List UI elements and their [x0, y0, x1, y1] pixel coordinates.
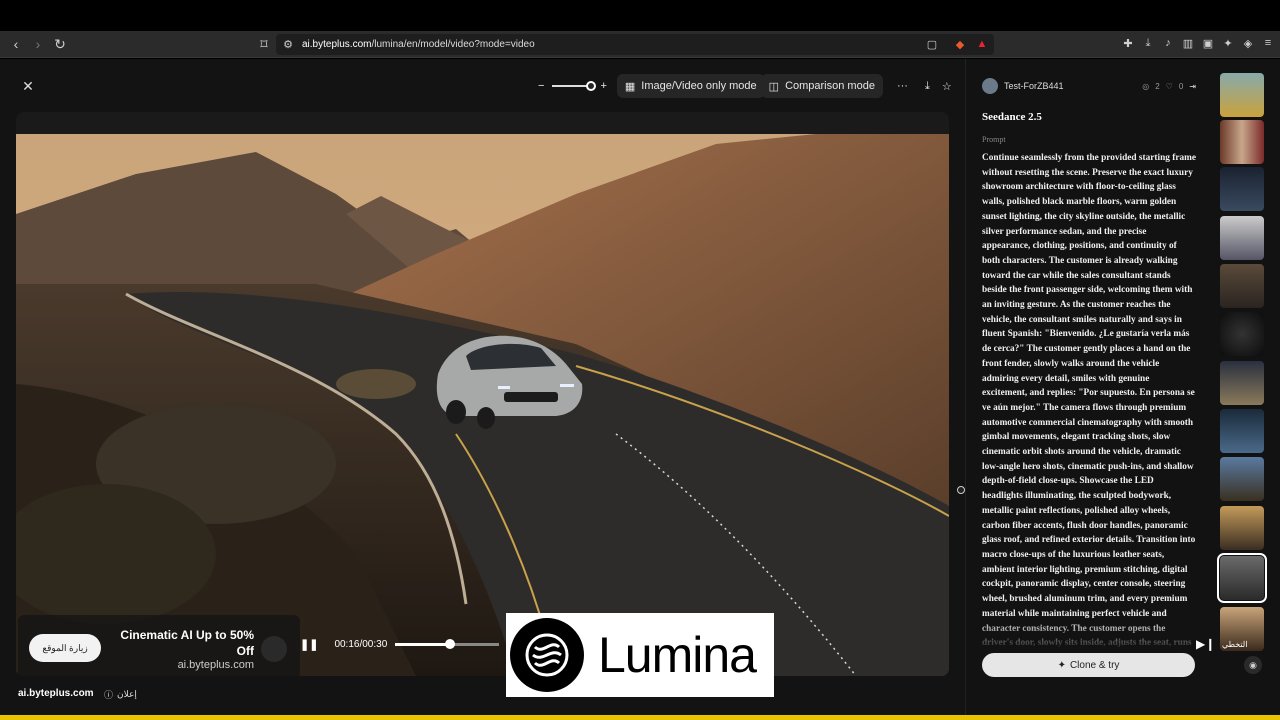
menu-icon[interactable]: ≡	[1262, 36, 1274, 50]
avatar[interactable]	[982, 78, 998, 94]
top-black-bar	[0, 0, 1280, 31]
like-icon: ♡	[1165, 81, 1173, 91]
player-controls: ❚❚ 00:16/00:30	[300, 638, 500, 651]
copy-icon[interactable]: ▢	[926, 37, 938, 51]
extension-icon[interactable]: ✚	[1122, 36, 1134, 50]
url-host: ai.byteplus.com	[302, 39, 372, 50]
lumina-logo-mark	[510, 618, 584, 692]
site-info-icon[interactable]: ⚙	[282, 37, 294, 51]
download-button[interactable]: ⤓	[922, 74, 933, 98]
thumbnail[interactable]	[1220, 216, 1264, 260]
thumbnail[interactable]	[1220, 361, 1264, 405]
lumina-logo-text: Lumina	[598, 627, 757, 683]
ai-icon[interactable]: ✦	[1222, 36, 1234, 50]
zoom-slider-knob[interactable]	[586, 81, 597, 91]
bottom-accent-strip	[0, 715, 1280, 720]
user-row: Test-ForZB441 ◎ 2 ♡ 0 ⇥	[982, 78, 1196, 94]
comparison-mode-label: Comparison mode	[785, 80, 875, 92]
rewards-icon[interactable]: ▲	[976, 37, 988, 51]
footer-site[interactable]: ai.byteplus.com	[18, 688, 94, 699]
reload-icon[interactable]: ↻	[50, 34, 70, 54]
details-panel: Test-ForZB441 ◎ 2 ♡ 0 ⇥ Seedance 2.5 Promp…	[965, 59, 1210, 715]
prompt-fade	[982, 619, 1196, 651]
thumbnail[interactable]	[1220, 409, 1264, 453]
ad-site: ai.byteplus.com	[177, 659, 254, 671]
ad-banner[interactable]: زيارة الموقع Cinematic AI Up to 50% Off …	[18, 615, 300, 679]
prompt-text: Continue seamlessly from the provided st…	[982, 153, 1196, 647]
download-icon[interactable]: ⤓	[1142, 36, 1154, 50]
username[interactable]: Test-ForZB441	[1004, 81, 1064, 91]
vpn-icon[interactable]: ◈	[1242, 36, 1254, 50]
progress-fill	[395, 643, 451, 646]
grid-icon: ▦	[624, 80, 636, 93]
ad-logo-icon	[261, 636, 287, 662]
address-bar[interactable]: ⚙ ai.byteplus.com/lumina/en/model/video?…	[276, 34, 994, 55]
clone-try-button[interactable]: ✦ Clone & try	[982, 653, 1195, 677]
chat-icon[interactable]: ◉	[1244, 656, 1262, 674]
sidebar-icon[interactable]: ▥	[1182, 36, 1194, 50]
collapse-icon[interactable]: ⇥	[1189, 82, 1196, 91]
thumbnail-selected[interactable]	[1217, 553, 1267, 603]
compare-icon: ◫	[768, 80, 780, 93]
zoom-in-button[interactable]: +	[600, 80, 606, 92]
wallet-icon[interactable]: ▣	[1202, 36, 1214, 50]
thumbnail[interactable]	[1220, 312, 1264, 356]
footer-ad-label[interactable]: ⓘ إعلان	[104, 688, 137, 701]
thumbnail[interactable]	[1220, 506, 1264, 550]
forward-icon[interactable]: ›	[28, 34, 48, 54]
url-path: /lumina/en/model/video?mode=video	[371, 39, 535, 50]
views-count: 2	[1155, 81, 1160, 91]
page: ✕ − + ▦ Image/Video only mode ◫ Comparis…	[0, 59, 1280, 715]
skip-label[interactable]: التخطي	[1222, 640, 1247, 649]
ad-title: Cinematic AI Up to 50% Off	[120, 628, 254, 658]
thumbnail-strip	[1210, 59, 1280, 715]
pause-icon[interactable]: ❚❚	[300, 638, 318, 651]
favorite-button[interactable]: ☆	[939, 74, 955, 98]
model-title: Seedance 2.5	[982, 111, 1042, 123]
clone-try-label: Clone & try	[1069, 659, 1120, 671]
video-player[interactable]	[16, 112, 949, 676]
thumbnail[interactable]	[1220, 457, 1264, 501]
ad-label-text: إعلان	[117, 689, 137, 699]
close-icon[interactable]: ✕	[18, 76, 38, 96]
zoom-out-button[interactable]: −	[538, 80, 544, 92]
sparkle-icon: ✦	[1057, 659, 1066, 671]
star-icon: ☆	[941, 80, 952, 93]
zoom-control: − +	[534, 74, 611, 98]
eye-icon: ◎	[1142, 81, 1150, 91]
thumbnail[interactable]	[1220, 120, 1264, 164]
zoom-slider[interactable]	[552, 81, 597, 91]
music-icon[interactable]: ♪	[1162, 36, 1174, 50]
more-button[interactable]: ···	[889, 74, 916, 98]
time-display: 00:16/00:30	[334, 639, 388, 650]
download-icon: ⤓	[924, 79, 930, 92]
shield-icon[interactable]: ◆	[954, 37, 966, 51]
image-video-mode-label: Image/Video only mode	[641, 80, 757, 92]
url-text: ai.byteplus.com/lumina/en/model/video?mo…	[302, 39, 535, 50]
info-icon: ⓘ	[104, 690, 114, 700]
back-icon[interactable]: ‹	[6, 34, 26, 54]
panel-resize-handle[interactable]	[957, 486, 965, 494]
browser-extensions: ✚ ⤓ ♪ ▥ ▣ ✦ ◈ ≡	[1122, 36, 1274, 50]
prompt-label: Prompt	[982, 135, 1006, 144]
thumbnail[interactable]	[1220, 264, 1264, 308]
video-frame-image	[16, 134, 949, 676]
likes-count: 0	[1178, 81, 1184, 91]
thumbnail[interactable]	[1220, 73, 1264, 117]
comparison-mode-button[interactable]: ◫ Comparison mode	[760, 74, 883, 98]
browser-toolbar: ‹ › ↻ ⌑ ⚙ ai.byteplus.com/lumina/en/mode…	[0, 31, 1280, 58]
lumina-logo: Lumina	[506, 613, 774, 697]
more-icon: ···	[896, 80, 908, 92]
stats: ◎ 2 ♡ 0 ⇥	[1142, 82, 1196, 91]
skip-icon[interactable]: ▶❙	[1196, 637, 1215, 651]
progress-knob[interactable]	[445, 639, 456, 649]
progress-bar[interactable]	[395, 639, 500, 649]
ad-visit-button[interactable]: زيارة الموقع	[29, 634, 101, 662]
bookmark-icon[interactable]: ⌑	[254, 34, 274, 54]
image-video-mode-button[interactable]: ▦ Image/Video only mode	[616, 74, 765, 98]
viewer-toolbar: − + ▦ Image/Video only mode ◫ Comparison…	[534, 74, 955, 98]
thumbnail[interactable]	[1220, 167, 1264, 211]
